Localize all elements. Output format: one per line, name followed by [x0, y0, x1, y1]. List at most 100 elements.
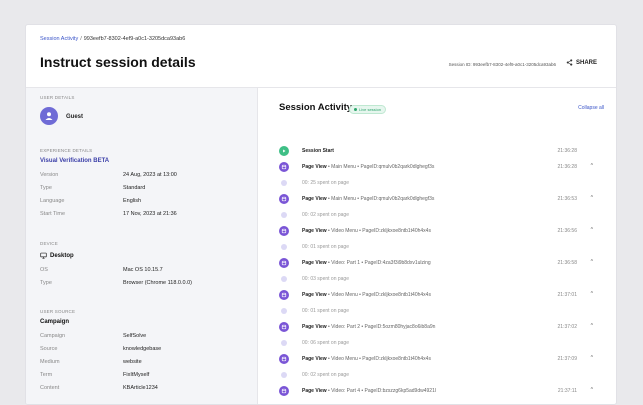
session-activity-title: Session Activity — [279, 102, 353, 113]
live-session-label: Live session — [359, 107, 382, 112]
row-key: OS — [40, 267, 48, 273]
time-spent-row: 00: 03 spent on page — [279, 274, 604, 286]
row-key: Medium — [40, 359, 60, 365]
activity-time: 21:36:28 — [557, 164, 577, 170]
row-value: SelfSolve — [123, 333, 147, 339]
row-key: Source — [40, 346, 58, 352]
clock-icon — [281, 276, 287, 282]
activity-text: 00: 02 spent on page — [302, 212, 349, 218]
activity-text: Page View • Video Menu • PageID:zkljkxoe… — [302, 292, 431, 298]
page-view-row[interactable]: Page View • Video Menu • PageID:zkljkxoe… — [279, 354, 604, 366]
page-view-row[interactable]: Page View • Video Menu • PageID:zkljkxoe… — [279, 290, 604, 302]
activity-text: Page View • Video: Part 4 • PageID:bzszz… — [302, 388, 436, 394]
page-view-row[interactable]: Page View • Main Menu • PageID:qmulv0b2q… — [279, 194, 604, 206]
page-view-row[interactable]: Page View • Video: Part 4 • PageID:bzszz… — [279, 386, 604, 398]
clock-icon — [281, 212, 287, 218]
activity-time: 21:36:28 — [557, 148, 577, 154]
activity-text: 00: 06 spent on page — [302, 340, 349, 346]
breadcrumb-current: 993eefb7-8302-4ef9-a0c1-3205dca93ab6 — [83, 36, 186, 42]
chevron-up-icon[interactable]: ^ — [591, 227, 593, 233]
page-icon — [279, 354, 289, 364]
device-name: Desktop — [40, 252, 74, 259]
activity-text: 00: 02 spent on page — [302, 372, 349, 378]
session-activity-panel: Session Activity Live session Collapse a… — [259, 88, 616, 404]
row-value: 24 Aug, 2023 at 13:00 — [123, 172, 177, 178]
activity-label: Page View — [302, 164, 327, 170]
chevron-up-icon[interactable]: ^ — [591, 195, 593, 201]
collapse-all-button[interactable]: Collapse all — [578, 105, 604, 111]
chevron-up-icon[interactable]: ^ — [591, 259, 593, 265]
activity-path: • Video Menu • PageID:zkljkxoe8ntb1t40h4… — [326, 356, 431, 362]
activity-path: • Video: Part 4 • PageID:bzszzg6kp5ad9dw… — [326, 388, 436, 394]
clock-icon — [281, 308, 287, 314]
activity-text: Page View • Video Menu • PageID:zkljkxoe… — [302, 228, 431, 234]
time-spent-row: 00: 06 spent on page — [279, 338, 604, 350]
page-view-row[interactable]: Page View • Main Menu • PageID:qmulv0b2q… — [279, 162, 604, 174]
clock-icon — [281, 180, 287, 186]
activity-label: Page View — [302, 292, 327, 298]
user-source-heading: USER SOURCE — [40, 309, 76, 314]
desktop-icon — [40, 252, 47, 259]
activity-path: • Main Menu • PageID:qmulv0b2qark0dlgheg… — [326, 196, 435, 202]
page-icon — [279, 162, 289, 172]
activity-text: 00: 01 spent on page — [302, 308, 349, 314]
time-spent-row: 00: 02 spent on page — [279, 210, 604, 222]
page-icon — [279, 322, 289, 332]
row-key: Content — [40, 385, 60, 391]
row-value: Browser (Chrome 118.0.0.0) — [123, 280, 192, 286]
session-id-text: Session ID: 993eefb7-8302-4ef9-a0c1-3205… — [448, 62, 556, 67]
page-icon — [279, 226, 289, 236]
page-icon — [279, 194, 289, 204]
avatar — [40, 107, 58, 125]
activity-time: 21:36:53 — [557, 196, 577, 202]
live-dot-icon — [354, 108, 357, 111]
chevron-up-icon[interactable]: ^ — [591, 355, 593, 361]
share-label: SHARE — [575, 59, 597, 66]
details-sidebar: USER DETAILS Guest EXPERIENCE DETAILS Vi… — [26, 88, 258, 404]
activity-path: • Video: Part 2 • PageID:5ozm80hyjac8o6i… — [326, 324, 436, 330]
row-key: Campaign — [40, 333, 66, 339]
row-key: Language — [40, 198, 65, 204]
activity-time: 21:37:11 — [557, 388, 577, 394]
breadcrumb: Session Activity/993eefb7-8302-4ef9-a0c1… — [40, 36, 185, 42]
experience-name[interactable]: Visual Verification BETA — [40, 158, 109, 164]
chevron-up-icon[interactable]: ^ — [591, 163, 593, 169]
clock-icon — [281, 340, 287, 346]
activity-text: 00: 25 spent on page — [302, 180, 349, 186]
activity-text: 00: 03 spent on page — [302, 276, 349, 282]
activity-path: • Video Menu • PageID:zkljkxoe8ntb1t40h4… — [326, 228, 431, 234]
breadcrumb-session-activity-link[interactable]: Session Activity — [40, 36, 78, 42]
page-icon — [279, 258, 289, 268]
activity-label: Page View — [302, 196, 327, 202]
chevron-up-icon[interactable]: ^ — [591, 387, 593, 393]
activity-path: • Video: Part 1 • PageID:4za3f3i9b8dxv1u… — [326, 260, 431, 266]
time-spent-row: 00: 01 spent on page — [279, 242, 604, 254]
activity-text: 00: 01 spent on page — [302, 244, 349, 250]
row-value: website — [123, 359, 142, 365]
time-spent-row: 00: 02 spent on page — [279, 370, 604, 382]
row-value: 17 Nov, 2023 at 21:36 — [123, 211, 177, 217]
play-icon — [279, 146, 289, 156]
activity-text: Session Start — [302, 148, 334, 154]
page-view-row[interactable]: Page View • Video: Part 2 • PageID:5ozm8… — [279, 322, 604, 334]
page-view-row[interactable]: Page View • Video Menu • PageID:zkljkxoe… — [279, 226, 604, 238]
activity-text: Page View • Video Menu • PageID:zkljkxoe… — [302, 356, 431, 362]
chevron-up-icon[interactable]: ^ — [591, 291, 593, 297]
activity-path: • Video Menu • PageID:zkljkxoe8ntb1t40h4… — [326, 292, 431, 298]
activity-text: Page View • Video: Part 1 • PageID:4za3f… — [302, 260, 431, 266]
activity-label: Page View — [302, 388, 327, 394]
row-key: Type — [40, 185, 52, 191]
chevron-up-icon[interactable]: ^ — [591, 323, 593, 329]
row-key: Version — [40, 172, 59, 178]
activity-label: Page View — [302, 324, 327, 330]
share-button[interactable]: SHARE — [566, 59, 597, 66]
activity-time: 21:36:58 — [557, 260, 577, 266]
row-value: knowledgebase — [123, 346, 162, 352]
activity-time: 21:36:56 — [557, 228, 577, 234]
activity-text: Page View • Main Menu • PageID:qmulv0b2q… — [302, 196, 434, 202]
time-spent-row: 00: 25 spent on page — [279, 178, 604, 190]
activity-label: Page View — [302, 356, 327, 362]
activity-path: • Main Menu • PageID:qmulv0b2qark0dlgheg… — [326, 164, 435, 170]
page-view-row[interactable]: Page View • Video: Part 1 • PageID:4za3f… — [279, 258, 604, 270]
session-details-card: Session Activity/993eefb7-8302-4ef9-a0c1… — [25, 24, 617, 405]
